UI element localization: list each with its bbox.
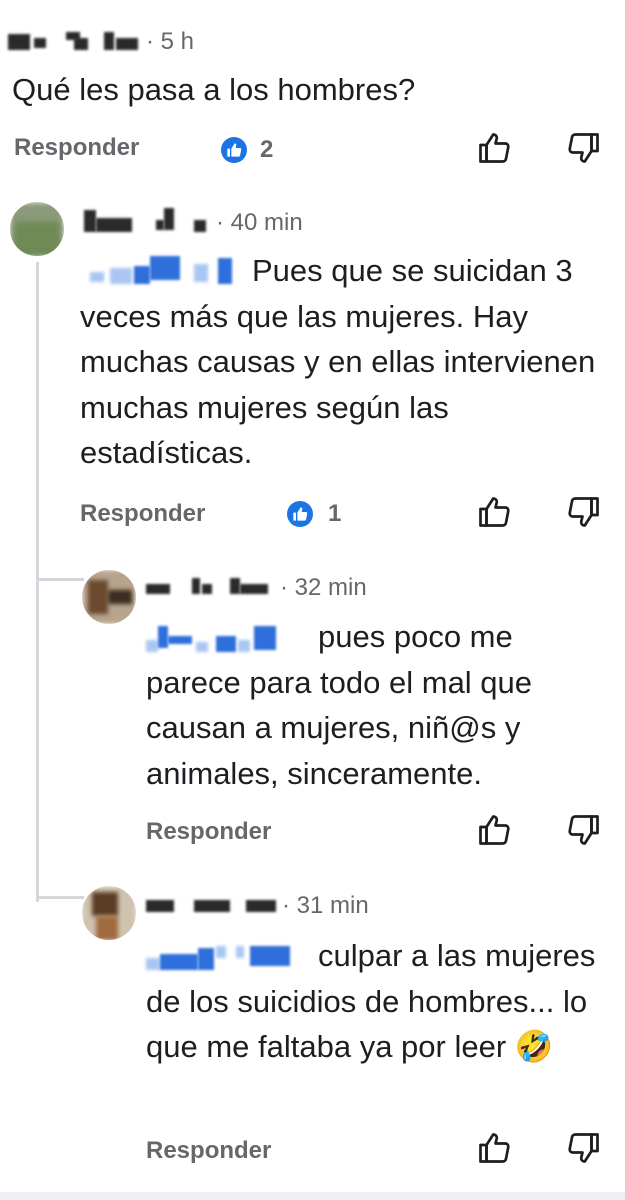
comment-timestamp[interactable]: · 5 h bbox=[146, 28, 194, 56]
comment-text: Pues que se suicidan 3 veces más que las… bbox=[80, 248, 600, 476]
thumbs-up-icon[interactable] bbox=[476, 812, 516, 852]
thumbs-up-icon[interactable] bbox=[476, 1130, 516, 1170]
thread-line bbox=[36, 262, 39, 902]
comment-text: culpar a las mujeres de los suicidios de… bbox=[146, 933, 616, 1070]
avatar[interactable] bbox=[82, 886, 136, 940]
like-count: 2 bbox=[260, 136, 274, 163]
comment-text: Qué les pasa a los hombres? bbox=[12, 72, 416, 107]
thumbs-down-icon[interactable] bbox=[566, 494, 606, 534]
avatar[interactable] bbox=[10, 202, 64, 256]
thread-branch-2 bbox=[36, 896, 84, 899]
comment-timestamp[interactable]: · 40 min bbox=[216, 209, 303, 237]
comment-text-first-line: pues poco me bbox=[318, 619, 513, 654]
author-name-redacted[interactable] bbox=[146, 892, 286, 918]
avatar[interactable] bbox=[82, 570, 136, 624]
author-name-redacted[interactable] bbox=[146, 574, 276, 600]
rolling-laughing-emoji: 🤣 bbox=[514, 1029, 554, 1064]
comment-text-rest: parece para todo el mal que causan a muj… bbox=[146, 664, 533, 791]
reply-button[interactable]: Responder bbox=[14, 134, 139, 162]
thumbs-down-icon[interactable] bbox=[566, 1130, 606, 1170]
bottom-divider bbox=[0, 1192, 625, 1200]
comment-text: pues poco me parece para todo el mal que… bbox=[146, 614, 606, 796]
like-reaction-icon[interactable] bbox=[287, 501, 313, 527]
like-reaction-icon[interactable] bbox=[221, 137, 247, 163]
comment-text-first-line: Pues que se suicidan bbox=[252, 253, 547, 288]
reply-button[interactable]: Responder bbox=[146, 1137, 271, 1165]
like-count: 1 bbox=[328, 500, 342, 527]
author-name-redacted[interactable] bbox=[84, 206, 214, 236]
thumbs-up-icon[interactable] bbox=[476, 130, 516, 170]
author-name-redacted[interactable] bbox=[8, 28, 138, 54]
reply-button[interactable]: Responder bbox=[80, 500, 205, 528]
comment-text-first-line: culpar a las bbox=[318, 938, 477, 973]
reply-button[interactable]: Responder bbox=[146, 818, 271, 846]
thumbs-down-icon[interactable] bbox=[566, 130, 606, 170]
comment-timestamp[interactable]: · 32 min bbox=[280, 574, 367, 602]
thumbs-down-icon[interactable] bbox=[566, 812, 606, 852]
thumbs-up-icon[interactable] bbox=[476, 494, 516, 534]
comment-timestamp[interactable]: · 31 min bbox=[282, 892, 369, 920]
thread-branch-1 bbox=[36, 578, 84, 581]
